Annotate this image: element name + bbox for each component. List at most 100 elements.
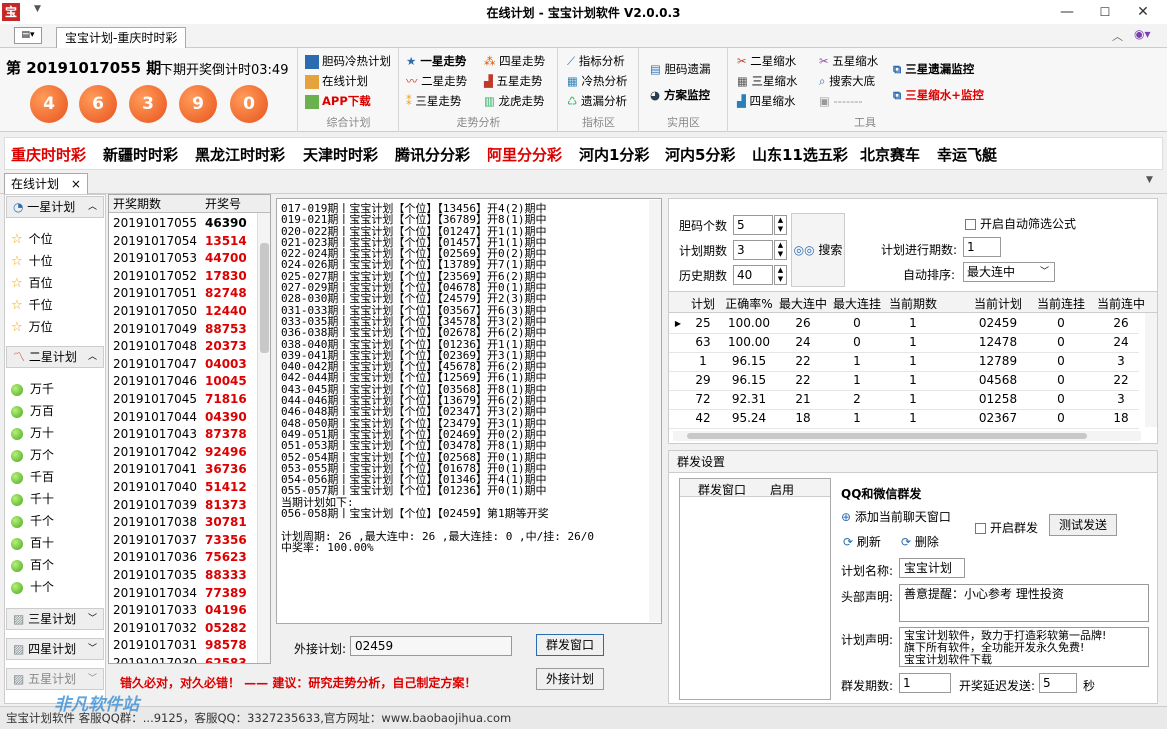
auto-filter-checkbox[interactable]: 开启自动筛选公式 <box>965 215 1076 232</box>
table-row[interactable]: 20191017042 92496 <box>109 443 255 461</box>
lottery-link[interactable]: 重庆时时彩 <box>11 144 86 165</box>
omission-analysis-button[interactable]: ♺ 遗漏分析 <box>567 92 627 110</box>
sidebar-item[interactable]: ☆ 十位 <box>11 251 53 271</box>
code-omission-button[interactable]: ▤ 胆码遗漏 <box>650 60 711 78</box>
plan-name-input[interactable]: 宝宝计划 <box>899 558 965 578</box>
results-column-header[interactable]: 最大连中 <box>777 295 829 312</box>
spinner-arrows-icon[interactable]: ▲ ▼ <box>774 240 787 260</box>
table-row[interactable]: 20191017055 46390 <box>109 214 255 232</box>
table-row[interactable]: 72 92.31 21 2 1 01258 0 3 <box>669 389 1139 410</box>
layout-toggle-icon[interactable]: ▤▾ <box>14 27 42 44</box>
tab-online-plan[interactable]: 在线计划 × <box>4 173 88 194</box>
three-star-plan-header[interactable]: ▨ 三星计划 ﹀ <box>6 608 104 630</box>
three-star-shrink-button[interactable]: ▦ 三星缩水 <box>737 72 798 90</box>
four-star-shrink-button[interactable]: ▟ 四星缩水 <box>737 92 796 110</box>
table-row[interactable]: 20191017054 13514 <box>109 232 255 250</box>
sidebar-item[interactable]: 百个 <box>11 555 54 575</box>
search-button[interactable]: ◎◎ 搜索 <box>791 213 845 287</box>
lottery-link[interactable]: 阿里分分彩 <box>487 144 562 165</box>
enable-group-send-checkbox[interactable]: 开启群发 <box>975 519 1038 536</box>
spinner-arrows-icon[interactable]: ▲ ▼ <box>774 215 787 235</box>
sidebar-item[interactable]: 万个 <box>11 445 54 465</box>
sidebar-item[interactable]: 百十 <box>11 533 54 553</box>
sidebar-item[interactable]: 千个 <box>11 511 54 531</box>
plan-log[interactable]: 017-019期丨宝宝计划【个位】【13456】开4(2)期中 019-021期丨… <box>276 198 662 624</box>
table-row[interactable]: 20191017049 88753 <box>109 320 255 338</box>
results-column-header[interactable]: 当前计划 <box>951 295 1045 312</box>
close-tab-icon[interactable]: × <box>71 177 81 191</box>
table-row[interactable]: 20191017048 20373 <box>109 337 255 355</box>
document-tab[interactable]: 宝宝计划-重庆时时彩 <box>56 27 187 48</box>
external-plan-button[interactable]: 外接计划 <box>536 668 604 690</box>
spinner-arrows-icon[interactable]: ▲ ▼ <box>774 265 787 285</box>
collapse-ribbon-icon[interactable]: ︿ <box>1112 28 1123 44</box>
table-row[interactable]: 20191017035 88333 <box>109 566 255 584</box>
maximize-icon[interactable]: ☐ <box>1086 0 1124 24</box>
history-count-spinner[interactable]: 40 <box>733 265 773 285</box>
delete-button[interactable]: ⟳ 删除 <box>901 533 939 550</box>
test-send-button[interactable]: 测试发送 <box>1049 514 1117 536</box>
sidebar-item[interactable]: ☆ 百位 <box>11 273 53 293</box>
indicator-analysis-button[interactable]: ⟋ 指标分析 <box>567 52 625 70</box>
add-chat-window-button[interactable]: ⊕ 添加当前聊天窗口 <box>841 508 951 525</box>
three-star-trend-button[interactable]: ⁑ 三星走势 <box>406 92 461 110</box>
three-star-omission-monitor-button[interactable]: ⧉ 三星遗漏监控 <box>893 60 974 78</box>
results-column-header[interactable]: 当前连中 <box>1097 295 1145 312</box>
minimize-icon[interactable]: — <box>1048 0 1086 24</box>
scroll-thumb[interactable] <box>260 243 269 353</box>
auto-sort-select[interactable]: 最大连中 ﹀ <box>963 262 1055 282</box>
log-scrollbar[interactable] <box>649 200 661 622</box>
lottery-link[interactable]: 北京赛车 <box>860 144 920 165</box>
lottery-link[interactable]: 幸运飞艇 <box>937 144 997 165</box>
table-row[interactable]: 20191017051 82748 <box>109 284 255 302</box>
search-base-button[interactable]: ⌕ 搜索大底 <box>819 72 875 90</box>
group-period-spinner[interactable]: 1 <box>899 673 951 693</box>
results-vscroll[interactable] <box>1145 313 1157 427</box>
scroll-thumb[interactable] <box>687 433 1087 439</box>
four-star-plan-header[interactable]: ▨ 四星计划 ﹀ <box>6 638 104 660</box>
table-row[interactable]: 20191017040 51412 <box>109 478 255 496</box>
table-row[interactable]: 20191017047 04003 <box>109 355 255 373</box>
results-column-header[interactable]: 正确率% <box>723 295 775 312</box>
lottery-link[interactable]: 新疆时时彩 <box>103 144 178 165</box>
lottery-link[interactable]: 山东11选五彩 <box>752 144 848 165</box>
header-decl-input[interactable]: 善意提醒：小心参考 理性投资 <box>899 584 1149 622</box>
group-window-list[interactable]: 群发窗口 启用 <box>679 478 831 700</box>
hot-cold-analysis-button[interactable]: ▦ 冷热分析 <box>567 72 628 90</box>
lottery-link[interactable]: 河内5分彩 <box>665 144 735 165</box>
plan-decl-input[interactable]: 宝宝计划软件，致力于打造彩软第一品牌! 旗下所有软件，全功能开发永久免费! 宝宝… <box>899 627 1149 667</box>
history-scrollbar[interactable] <box>257 213 270 663</box>
sidebar-item[interactable]: ☆ 个位 <box>11 229 53 249</box>
results-hscroll[interactable] <box>673 431 1141 441</box>
sidebar-item[interactable]: 万百 <box>11 401 54 421</box>
lottery-link[interactable]: 河内1分彩 <box>579 144 649 165</box>
table-row[interactable]: 20191017053 44700 <box>109 249 255 267</box>
two-star-plan-header[interactable]: 〽 二星计划 ︿ <box>6 346 104 368</box>
sidebar-item[interactable]: 千百 <box>11 467 54 487</box>
table-row[interactable]: 20191017033 04196 <box>109 601 255 619</box>
placeholder-button[interactable]: ▣ ------- <box>819 92 863 110</box>
refresh-button[interactable]: ⟳ 刷新 <box>843 533 881 550</box>
table-row[interactable]: 20191017038 30781 <box>109 513 255 531</box>
two-star-trend-button[interactable]: 〰 二星走势 <box>406 72 467 90</box>
results-column-header[interactable]: 当前期数 <box>885 295 941 312</box>
three-star-shrink-monitor-button[interactable]: ⧉ 三星缩水+监控 <box>893 86 984 104</box>
close-icon[interactable]: ✕ <box>1124 0 1162 24</box>
four-star-trend-button[interactable]: ⁂ 四星走势 <box>484 52 545 70</box>
code-count-spinner[interactable]: 5 <box>733 215 773 235</box>
sidebar-item[interactable]: ☆ 千位 <box>11 295 53 315</box>
sidebar-item[interactable]: ☆ 万位 <box>11 317 53 337</box>
table-row[interactable]: 20191017030 62583 <box>109 654 255 663</box>
table-row[interactable]: 20191017045 71816 <box>109 390 255 408</box>
table-row[interactable]: 20191017044 04390 <box>109 408 255 426</box>
table-row[interactable]: 29 96.15 22 1 1 04568 0 22 <box>669 370 1139 391</box>
lottery-link[interactable]: 天津时时彩 <box>303 144 378 165</box>
plan-progress-spinner[interactable]: 1 <box>963 237 1001 257</box>
one-star-plan-header[interactable]: ◔ 一星计划 ︿ <box>6 196 104 218</box>
tab-dropdown-icon[interactable]: ▼ <box>1146 175 1153 185</box>
table-row[interactable]: 20191017050 12440 <box>109 302 255 320</box>
five-star-plan-header[interactable]: ▨ 五星计划 ﹀ <box>6 668 104 690</box>
table-row[interactable]: 20191017037 73356 <box>109 531 255 549</box>
lottery-link[interactable]: 黑龙江时时彩 <box>195 144 285 165</box>
sidebar-item[interactable]: 千十 <box>11 489 54 509</box>
